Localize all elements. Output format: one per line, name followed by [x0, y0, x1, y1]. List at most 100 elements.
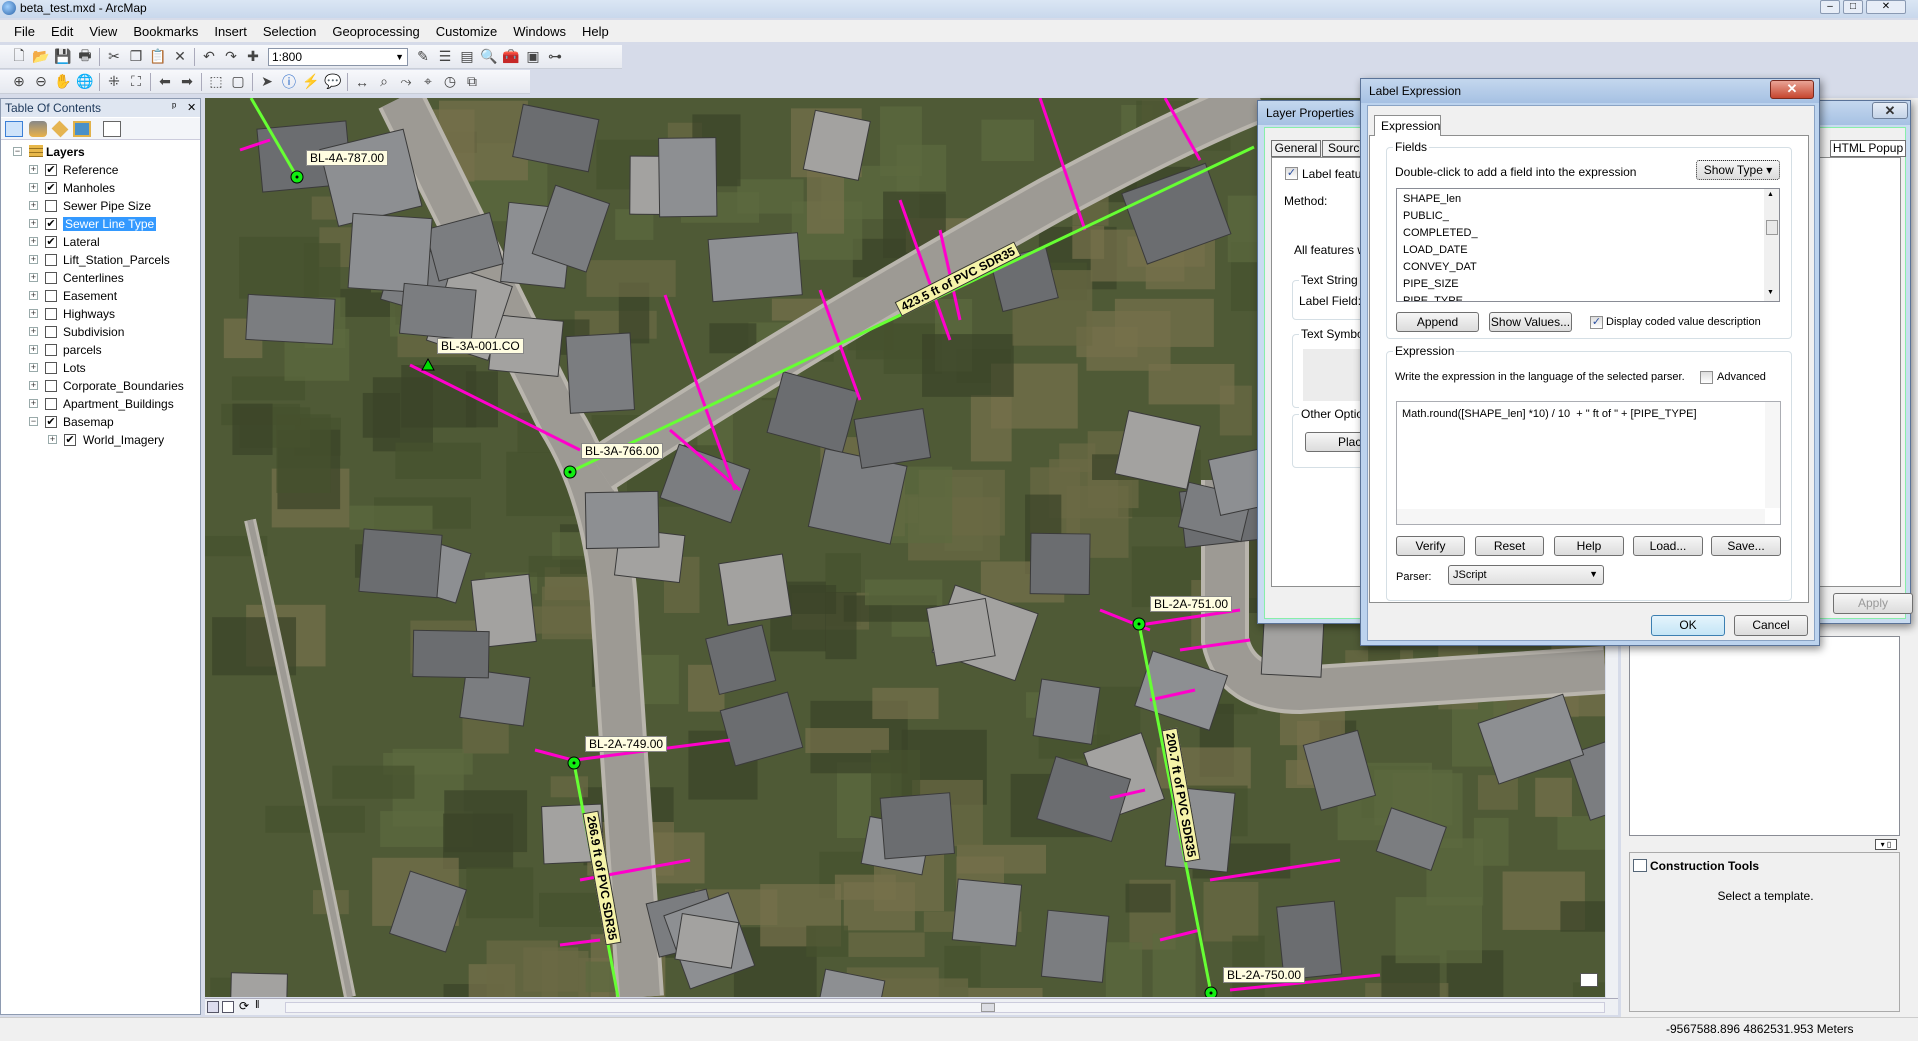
expand-icon[interactable]: +	[29, 291, 38, 300]
html-popup-icon[interactable]: 💬	[322, 72, 344, 92]
menu-customize[interactable]: Customize	[428, 24, 505, 39]
go-to-xy-icon[interactable]: ⌖	[417, 72, 439, 92]
search-window-icon[interactable]: 🔍	[478, 47, 500, 67]
fields-list[interactable]: SHAPE_len PUBLIC_ COMPLETED_ LOAD_DATE CONVE…	[1396, 188, 1780, 302]
menu-insert[interactable]: Insert	[206, 24, 255, 39]
tab-html-popup[interactable]: HTML Popup	[1830, 140, 1906, 157]
expand-icon[interactable]: +	[29, 237, 38, 246]
expand-icon[interactable]: +	[29, 201, 38, 210]
toc-layer-item[interactable]: + ✔ Manholes	[1, 179, 200, 197]
data-view-button[interactable]	[207, 1001, 219, 1013]
expand-icon[interactable]: +	[29, 165, 38, 174]
layer-visibility-checkbox[interactable]	[45, 326, 57, 338]
toc-layer-item[interactable]: + parcels	[1, 341, 200, 359]
save-icon[interactable]: 💾	[52, 47, 74, 67]
show-type-dropdown[interactable]: Show Type ▾	[1696, 160, 1780, 180]
tab-general[interactable]: General	[1271, 140, 1321, 157]
back-icon[interactable]: ⬅	[154, 72, 176, 92]
field-item[interactable]: PIPE_TYPE	[1403, 295, 1478, 301]
pin-icon[interactable]: ᵖ	[172, 101, 176, 113]
select-elements-icon[interactable]: ➤	[256, 72, 278, 92]
layer-visibility-checkbox[interactable]: ✔	[45, 416, 57, 428]
layer-visibility-checkbox[interactable]	[45, 380, 57, 392]
clear-selection-icon[interactable]: ▢	[227, 72, 249, 92]
layer-visibility-checkbox[interactable]	[45, 290, 57, 302]
redo-icon[interactable]: ↷	[220, 47, 242, 67]
pan-icon[interactable]: ✋	[52, 72, 74, 92]
options-icon[interactable]	[103, 121, 121, 137]
toc-sublayer-item[interactable]: + ✔ World_Imagery	[1, 431, 200, 449]
map-tips-icon[interactable]	[1580, 973, 1598, 987]
template-options-icon[interactable]: ▾ ▯	[1875, 839, 1897, 850]
field-item[interactable]: SHAPE_len	[1403, 193, 1478, 210]
expand-icon[interactable]: +	[29, 327, 38, 336]
find-route-icon[interactable]: ⤳	[395, 72, 417, 92]
cancel-button[interactable]: Cancel	[1734, 615, 1808, 636]
identify-icon[interactable]: ⓘ	[278, 72, 300, 92]
menu-view[interactable]: View	[81, 24, 125, 39]
manhole-label[interactable]: BL-2A-749.00	[585, 736, 668, 752]
add-data-icon[interactable]: ✚	[242, 47, 264, 67]
table-of-contents-icon[interactable]: ☰	[434, 47, 456, 67]
manhole-label[interactable]: BL-3A-001.CO	[437, 338, 524, 354]
verify-button[interactable]: Verify	[1396, 536, 1465, 556]
layer-visibility-checkbox[interactable]	[45, 200, 57, 212]
ok-button[interactable]: OK	[1651, 615, 1725, 636]
open-folder-icon[interactable]: 📂	[30, 47, 52, 67]
cut-icon[interactable]: ✂	[103, 47, 125, 67]
menu-file[interactable]: File	[6, 24, 43, 39]
template-list[interactable]	[1629, 636, 1900, 836]
toc-layer-item[interactable]: + Apartment_Buildings	[1, 395, 200, 413]
field-item[interactable]: PIPE_SIZE	[1403, 278, 1478, 295]
field-item[interactable]: CONVEY_DAT	[1403, 261, 1478, 278]
load-button[interactable]: Load...	[1633, 536, 1703, 556]
toc-layer-item[interactable]: + ✔ Reference	[1, 161, 200, 179]
expand-icon[interactable]: +	[29, 255, 38, 264]
collapse-icon[interactable]: −	[13, 147, 22, 156]
time-slider-icon[interactable]: ◷	[439, 72, 461, 92]
cleanout-icon[interactable]	[421, 357, 435, 371]
zoom-in-icon[interactable]: ⊕	[8, 72, 30, 92]
collapse-icon[interactable]: −	[29, 417, 38, 426]
manhole-label[interactable]: BL-4A-787.00	[306, 150, 389, 166]
fixed-zoom-out-icon[interactable]: ⛶	[125, 72, 147, 92]
expand-icon[interactable]: +	[29, 363, 38, 372]
layer-visibility-checkbox[interactable]: ✔	[45, 182, 57, 194]
parser-select[interactable]: JScript ▼	[1448, 565, 1604, 585]
scroll-down-icon[interactable]: ▼	[1767, 289, 1774, 296]
pause-drawing-icon[interactable]: ǁ	[255, 999, 260, 1011]
map-scale-input[interactable]: 1:800	[268, 47, 408, 66]
undo-icon[interactable]: ↶	[198, 47, 220, 67]
list-by-source-icon[interactable]	[29, 121, 47, 137]
append-button[interactable]: Append	[1396, 312, 1479, 332]
toc-layer-item[interactable]: + Lots	[1, 359, 200, 377]
field-item[interactable]: PUBLIC_	[1403, 210, 1478, 227]
select-features-icon[interactable]: ⬚	[205, 72, 227, 92]
paste-icon[interactable]: 📋	[147, 47, 169, 67]
toc-layer-item[interactable]: + Highways	[1, 305, 200, 323]
list-by-selection-icon[interactable]	[73, 121, 91, 137]
toc-layer-item[interactable]: − ✔ Basemap	[1, 413, 200, 431]
layer-visibility-checkbox[interactable]	[45, 272, 57, 284]
coded-value-checkbox[interactable]: ✓	[1590, 316, 1603, 329]
map-horizontal-scrollbar[interactable]	[285, 1002, 1605, 1013]
copy-icon[interactable]: ❐	[125, 47, 147, 67]
toc-layer-item[interactable]: + Centerlines	[1, 269, 200, 287]
toc-close-button[interactable]: ✕	[187, 101, 196, 114]
field-item[interactable]: LOAD_DATE	[1403, 244, 1478, 261]
delete-icon[interactable]: ✕	[169, 47, 191, 67]
expression-horizontal-scrollbar[interactable]	[1397, 509, 1765, 524]
expand-icon[interactable]: +	[29, 345, 38, 354]
list-by-visibility-icon[interactable]	[51, 120, 69, 138]
advanced-checkbox[interactable]	[1700, 371, 1713, 384]
toc-layer-item[interactable]: + Lift_Station_Parcels	[1, 251, 200, 269]
fields-list-scrollbar[interactable]: ▲ ▼	[1764, 189, 1779, 301]
layer-visibility-checkbox[interactable]: ✔	[45, 164, 57, 176]
show-values-button[interactable]: Show Values...	[1489, 312, 1572, 332]
create-viewer-icon[interactable]: ⧉	[461, 72, 483, 92]
layer-visibility-checkbox[interactable]	[45, 398, 57, 410]
reset-button[interactable]: Reset	[1475, 536, 1544, 556]
python-icon[interactable]: ▣	[522, 47, 544, 67]
menu-geoprocessing[interactable]: Geoprocessing	[324, 24, 427, 39]
manhole-label[interactable]: BL-2A-751.00	[1150, 596, 1233, 612]
